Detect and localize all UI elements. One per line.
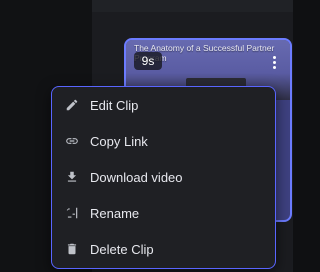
menu-item-label: Delete Clip (90, 241, 154, 257)
rename-icon (64, 205, 80, 221)
more-vertical-icon (272, 55, 276, 59)
panel-top-strip (92, 0, 293, 12)
menu-item-download-video[interactable]: Download video (52, 159, 275, 195)
menu-item-label: Download video (90, 169, 183, 185)
context-menu: Edit Clip Copy Link Download video Renam… (51, 86, 276, 269)
menu-item-label: Copy Link (90, 133, 148, 149)
menu-item-label: Edit Clip (90, 97, 139, 113)
duration-badge: 9s (134, 52, 162, 70)
download-icon (64, 169, 80, 185)
more-options-button[interactable] (266, 52, 282, 72)
menu-item-label: Rename (90, 205, 140, 221)
link-icon (64, 133, 80, 149)
menu-item-edit-clip[interactable]: Edit Clip (52, 87, 275, 123)
trash-icon (64, 241, 80, 257)
menu-item-rename[interactable]: Rename (52, 195, 275, 231)
menu-item-copy-link[interactable]: Copy Link (52, 123, 275, 159)
menu-item-delete-clip[interactable]: Delete Clip (52, 231, 275, 267)
pencil-icon (64, 97, 80, 113)
